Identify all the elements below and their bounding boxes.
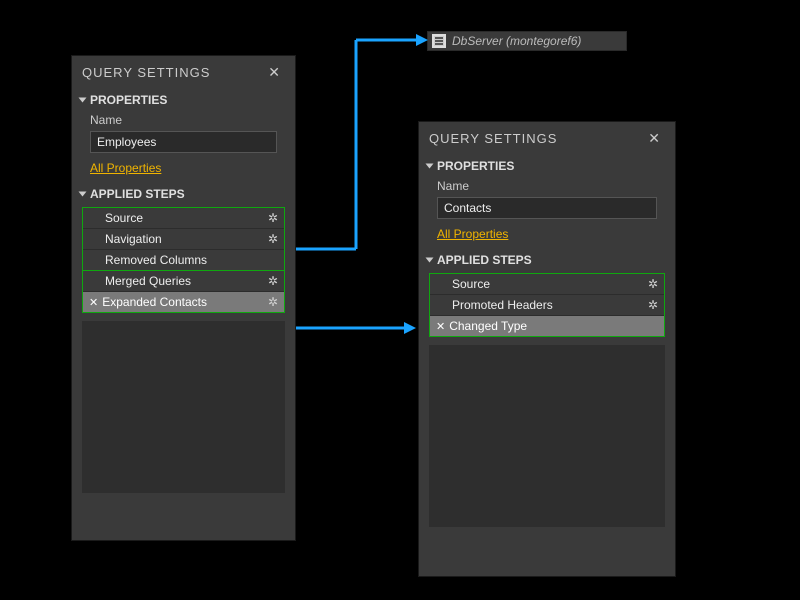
close-icon[interactable]: ✕ xyxy=(644,130,665,147)
query-settings-panel-right: QUERY SETTINGS ✕ PROPERTIES Name All Pro… xyxy=(418,121,676,577)
collapse-icon xyxy=(426,258,434,263)
all-properties-link[interactable]: All Properties xyxy=(419,223,526,249)
step-label: Promoted Headers xyxy=(452,298,553,312)
panel-title: QUERY SETTINGS xyxy=(429,131,557,146)
applied-steps-header[interactable]: APPLIED STEPS xyxy=(419,249,675,271)
db-server-label: DbServer (montegoref6) xyxy=(452,34,581,48)
step-source[interactable]: Source ✲ xyxy=(430,274,664,294)
step-label: Merged Queries xyxy=(105,274,191,288)
gear-icon[interactable]: ✲ xyxy=(268,274,278,288)
database-icon xyxy=(432,34,446,48)
step-merged-queries[interactable]: Merged Queries ✲ xyxy=(83,271,284,291)
gear-icon[interactable]: ✲ xyxy=(648,298,658,312)
properties-header-label: PROPERTIES xyxy=(437,159,514,173)
steps-empty-area xyxy=(82,321,285,493)
query-settings-panel-left: QUERY SETTINGS ✕ PROPERTIES Name All Pro… xyxy=(71,55,296,541)
panel-title-bar: QUERY SETTINGS ✕ xyxy=(72,56,295,89)
step-label: Expanded Contacts xyxy=(102,295,207,309)
step-label: Changed Type xyxy=(449,319,527,333)
steps-empty-area xyxy=(429,345,665,527)
applied-steps-header-label: APPLIED STEPS xyxy=(437,253,532,267)
step-label: Source xyxy=(452,277,490,291)
gear-icon[interactable]: ✲ xyxy=(268,211,278,225)
db-server-pill[interactable]: DbServer (montegoref6) xyxy=(427,31,627,51)
gear-icon[interactable]: ✲ xyxy=(648,277,658,291)
name-label: Name xyxy=(419,177,675,195)
delete-step-icon[interactable]: ✕ xyxy=(89,296,98,309)
applied-steps-list: Source ✲ Navigation ✲ Removed Columns Me… xyxy=(82,207,285,313)
step-label: Navigation xyxy=(105,232,162,246)
collapse-icon xyxy=(426,164,434,169)
step-label: Removed Columns xyxy=(105,253,207,267)
close-icon[interactable]: ✕ xyxy=(264,64,285,81)
all-properties-link[interactable]: All Properties xyxy=(72,157,179,183)
step-changed-type[interactable]: ✕ Changed Type xyxy=(430,315,664,336)
delete-step-icon[interactable]: ✕ xyxy=(436,320,445,333)
name-input[interactable] xyxy=(437,197,657,219)
step-source[interactable]: Source ✲ xyxy=(83,208,284,228)
dependency-arrow xyxy=(296,20,431,260)
step-removed-columns[interactable]: Removed Columns xyxy=(83,249,284,270)
panel-title-bar: QUERY SETTINGS ✕ xyxy=(419,122,675,155)
properties-header-label: PROPERTIES xyxy=(90,93,167,107)
name-input[interactable] xyxy=(90,131,277,153)
gear-icon[interactable]: ✲ xyxy=(268,232,278,246)
panel-title: QUERY SETTINGS xyxy=(82,65,210,80)
gear-icon[interactable]: ✲ xyxy=(268,295,278,309)
step-label: Source xyxy=(105,211,143,225)
collapse-icon xyxy=(79,192,87,197)
properties-header[interactable]: PROPERTIES xyxy=(419,155,675,177)
applied-steps-header[interactable]: APPLIED STEPS xyxy=(72,183,295,205)
step-promoted-headers[interactable]: Promoted Headers ✲ xyxy=(430,294,664,315)
step-group: Source ✲ Promoted Headers ✲ ✕ Changed Ty… xyxy=(429,273,665,337)
step-expanded-contacts[interactable]: ✕ Expanded Contacts ✲ xyxy=(83,291,284,312)
collapse-icon xyxy=(79,98,87,103)
name-label: Name xyxy=(72,111,295,129)
step-group: Source ✲ Navigation ✲ Removed Columns xyxy=(82,207,285,271)
applied-steps-header-label: APPLIED STEPS xyxy=(90,187,185,201)
properties-header[interactable]: PROPERTIES xyxy=(72,89,295,111)
dependency-arrow xyxy=(296,318,421,338)
step-group: Merged Queries ✲ ✕ Expanded Contacts ✲ xyxy=(82,271,285,313)
applied-steps-list: Source ✲ Promoted Headers ✲ ✕ Changed Ty… xyxy=(429,273,665,337)
step-navigation[interactable]: Navigation ✲ xyxy=(83,228,284,249)
